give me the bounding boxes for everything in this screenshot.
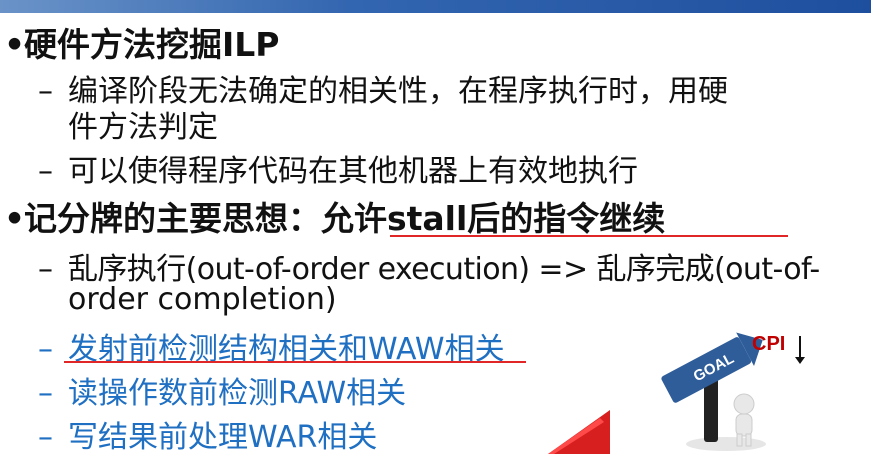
bullet-marker: • xyxy=(4,25,26,64)
slide: •硬件方法挖掘ILP – 编译阶段无法确定的相关性，在程序执行时，用硬 件方法判定… xyxy=(0,0,871,454)
sub-bullet-text: order completion) xyxy=(68,282,337,317)
bullet-marker: • xyxy=(4,199,26,238)
sub-bullet-text: 可以使得程序代码在其他机器上有效地执行 xyxy=(68,154,638,189)
dash-marker: – xyxy=(38,74,53,109)
title-bar xyxy=(0,0,871,13)
sub-bullet-text: 读操作数前检测RAW相关 xyxy=(68,376,407,411)
bullet-text: 记分牌的主要思想：允许stall后的指令继续 xyxy=(24,199,666,238)
sub-bullet-read-operands: – 读操作数前检测RAW相关 xyxy=(38,368,406,412)
sub-bullet-text: 写结果前处理WAR相关 xyxy=(68,420,378,454)
bullet-text: 硬件方法挖掘ILP xyxy=(24,25,280,64)
sub-bullet-write-result: – 写结果前处理WAR相关 xyxy=(38,412,377,454)
red-arrow-graphic xyxy=(548,410,610,454)
dash-marker: – xyxy=(38,154,53,189)
bullet-scoreboard-idea: •记分牌的主要思想：允许stall后的指令继续 xyxy=(4,192,665,240)
dash-marker: – xyxy=(38,376,53,411)
sub-bullet-text: 件方法判定 xyxy=(68,110,218,145)
red-underline xyxy=(64,361,526,363)
bullet-hardware-ilp: •硬件方法挖掘ILP xyxy=(4,18,280,66)
dash-marker: – xyxy=(38,252,53,287)
sub-bullet-continuation: 件方法判定 xyxy=(68,102,218,146)
red-underline xyxy=(390,235,788,237)
down-arrow-icon xyxy=(795,336,805,364)
goal-signpost-illustration: GOAL xyxy=(661,332,766,451)
cpi-label: CPI xyxy=(752,333,786,355)
dash-marker: – xyxy=(38,420,53,454)
sub-bullet-portable: – 可以使得程序代码在其他机器上有效地执行 xyxy=(38,146,638,190)
sub-bullet-continuation: order completion) xyxy=(68,282,337,317)
